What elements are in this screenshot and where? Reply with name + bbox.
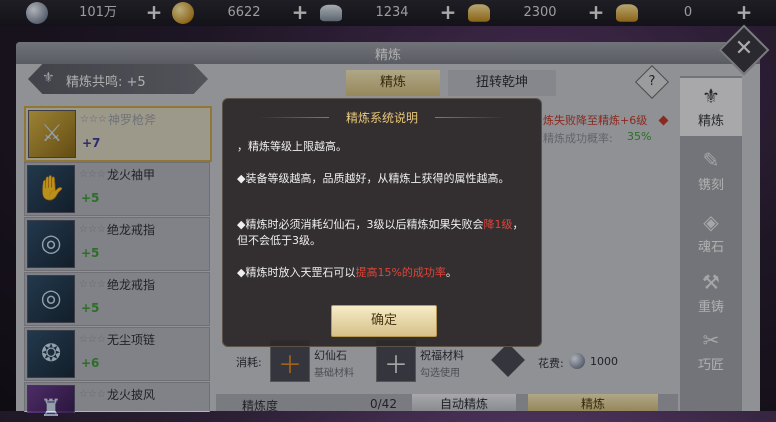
rule-text: ◆精炼时必须消耗幻仙石，3级以后精炼如果失败会降1级，但不会低于3级。 bbox=[237, 218, 524, 247]
highlight-text: 提高15%的成功率 bbox=[355, 266, 446, 279]
rule-text: ◆装备等级越高，品质越好，从精炼上获得的属性越高。 bbox=[237, 172, 510, 185]
refine-info-dialog: 精炼系统说明 ，精炼等级上限越高。 ◆装备等级越高，品质越好，从精炼上获得的属性… bbox=[222, 98, 542, 347]
rule-text: ◆精炼时放入天罡石可以提高15%的成功率。 bbox=[237, 266, 457, 279]
title-divider bbox=[435, 117, 505, 118]
confirm-button[interactable]: 确定 bbox=[331, 305, 437, 337]
rule-text: ，精炼等级上限越高。 bbox=[237, 140, 347, 153]
highlight-text: 降1级 bbox=[483, 218, 513, 231]
